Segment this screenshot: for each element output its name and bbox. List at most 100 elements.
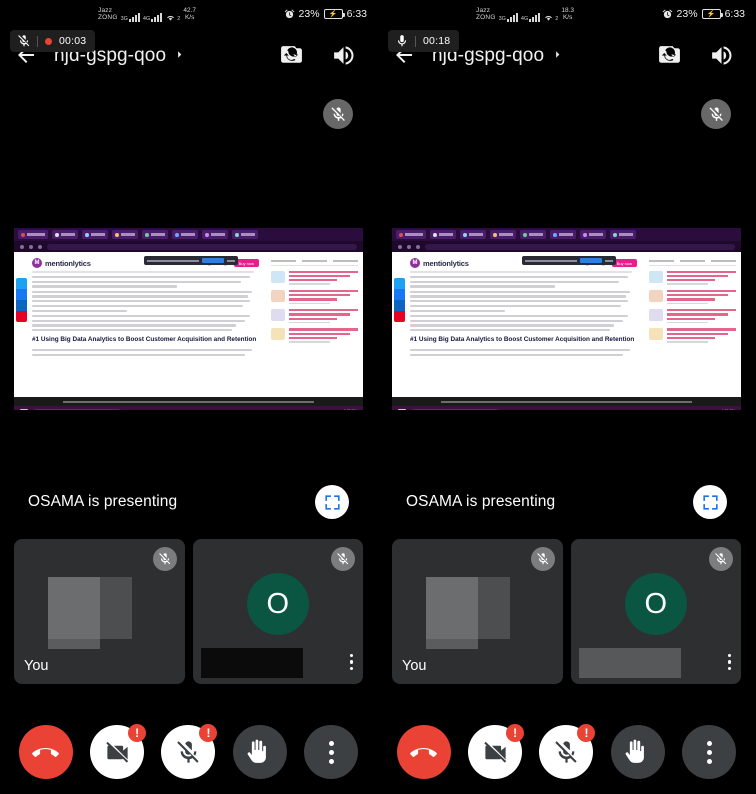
- browser-tab[interactable]: [202, 230, 228, 239]
- browser-tab[interactable]: [490, 230, 516, 239]
- taskbar-app-icon[interactable]: [189, 409, 196, 410]
- sidebar-tab[interactable]: [302, 260, 327, 263]
- notification-action-button[interactable]: [202, 258, 224, 263]
- taskbar-app-icon[interactable]: [178, 409, 185, 410]
- more-options-button[interactable]: [304, 725, 359, 779]
- browser-tab[interactable]: [82, 230, 108, 239]
- taskbar-app-icon[interactable]: [589, 409, 596, 410]
- browser-tab[interactable]: [396, 230, 426, 239]
- more-options-button[interactable]: [682, 725, 737, 779]
- start-button-icon[interactable]: [398, 409, 406, 410]
- url-input[interactable]: [47, 243, 357, 250]
- screenshot-comparison-stage: Jazz ZONG 3G 4G 2 42.7 K/s 23% ⚡ 6:33 hjd-gspg-qoo…: [0, 0, 756, 794]
- social-share-rail[interactable]: [16, 278, 27, 322]
- sidebar-article-item[interactable]: [649, 309, 736, 324]
- raise-hand-button[interactable]: [610, 725, 665, 779]
- browser-tab[interactable]: [18, 230, 48, 239]
- presentation-stage[interactable]: MmentionlyticsionsPricingBlogBuy now#1 U…: [392, 89, 741, 531]
- social-icon[interactable]: [16, 311, 27, 322]
- browser-address-bar[interactable]: [392, 241, 741, 252]
- mic-toggle-button[interactable]: !: [539, 724, 596, 779]
- browser-notification-bar: [144, 256, 238, 265]
- switch-camera-icon[interactable]: [279, 43, 305, 69]
- article-column: MmentionlyticsionsPricingBlogBuy now#1 U…: [14, 252, 267, 397]
- taskbar-search-input[interactable]: [410, 409, 500, 410]
- taskbar-app-icon[interactable]: [578, 409, 585, 410]
- camera-toggle-button[interactable]: !: [468, 724, 525, 779]
- presentation-stage[interactable]: MmentionlyticsionsPricingBlogBuy now#1 U…: [14, 89, 363, 531]
- taskbar-clock: 6:33 PM8/4/2021: [343, 409, 357, 410]
- browser-tab[interactable]: [580, 230, 606, 239]
- fullscreen-button[interactable]: [315, 485, 349, 519]
- tile-more-options-button[interactable]: [349, 653, 353, 670]
- sidebar-tab[interactable]: [271, 260, 296, 263]
- taskbar-app-icon[interactable]: [156, 409, 163, 410]
- social-icon[interactable]: [394, 289, 405, 300]
- blog-sidebar-tabs[interactable]: [649, 260, 736, 267]
- taskbar-app-icon[interactable]: [600, 409, 607, 410]
- start-button-icon[interactable]: [20, 409, 28, 410]
- taskbar-app-icon[interactable]: [222, 409, 229, 410]
- switch-camera-icon[interactable]: [657, 43, 683, 69]
- social-icon[interactable]: [394, 278, 405, 289]
- taskbar-app-icon[interactable]: [134, 409, 141, 410]
- sidebar-tab[interactable]: [649, 260, 674, 263]
- taskbar-app-icon[interactable]: [545, 409, 552, 410]
- taskbar-app-icon[interactable]: [523, 409, 530, 410]
- browser-tab[interactable]: [112, 230, 138, 239]
- speaker-icon[interactable]: [709, 43, 735, 69]
- sidebar-article-item[interactable]: [649, 290, 736, 305]
- browser-tab[interactable]: [610, 230, 636, 239]
- notification-action-button[interactable]: [580, 258, 602, 263]
- blog-sidebar-tabs[interactable]: [271, 260, 358, 267]
- social-icon[interactable]: [16, 278, 27, 289]
- taskbar-app-icon[interactable]: [145, 409, 152, 410]
- browser-tab[interactable]: [550, 230, 576, 239]
- browser-tab[interactable]: [52, 230, 78, 239]
- browser-tab[interactable]: [430, 230, 456, 239]
- taskbar-app-icon[interactable]: [556, 409, 563, 410]
- sidebar-article-item[interactable]: [649, 328, 736, 343]
- social-icon[interactable]: [394, 311, 405, 322]
- speaker-icon[interactable]: [331, 43, 357, 69]
- browser-address-bar[interactable]: [14, 241, 363, 252]
- taskbar-app-icon[interactable]: [167, 409, 174, 410]
- taskbar-app-icon[interactable]: [534, 409, 541, 410]
- social-icon[interactable]: [394, 300, 405, 311]
- cookie-consent-bar: [392, 397, 741, 406]
- browser-tab[interactable]: [232, 230, 258, 239]
- sidebar-article-item[interactable]: [271, 290, 358, 305]
- mic-toggle-button[interactable]: !: [161, 724, 218, 779]
- tile-more-options-button[interactable]: [727, 653, 731, 670]
- url-input[interactable]: [425, 243, 735, 250]
- fullscreen-button[interactable]: [693, 485, 727, 519]
- end-call-button[interactable]: [396, 725, 451, 779]
- raise-hand-button[interactable]: [232, 725, 287, 779]
- social-share-rail[interactable]: [394, 278, 405, 322]
- social-icon[interactable]: [16, 289, 27, 300]
- browser-tab[interactable]: [460, 230, 486, 239]
- sidebar-tab[interactable]: [711, 260, 736, 263]
- participant-tile[interactable]: You: [392, 539, 563, 684]
- taskbar-app-icon[interactable]: [211, 409, 218, 410]
- end-call-button[interactable]: [18, 725, 73, 779]
- camera-toggle-button[interactable]: !: [90, 724, 147, 779]
- social-icon[interactable]: [16, 300, 27, 311]
- taskbar-search-input[interactable]: [32, 409, 122, 410]
- taskbar-app-icon[interactable]: [567, 409, 574, 410]
- taskbar-app-icon[interactable]: [200, 409, 207, 410]
- browser-tab[interactable]: [172, 230, 198, 239]
- sidebar-tab[interactable]: [680, 260, 705, 263]
- sidebar-article-item[interactable]: [271, 328, 358, 343]
- participant-tile[interactable]: O: [192, 539, 363, 684]
- taskbar-app-icon[interactable]: [512, 409, 519, 410]
- participant-tile[interactable]: O: [570, 539, 741, 684]
- browser-tab[interactable]: [142, 230, 168, 239]
- sidebar-article-item[interactable]: [649, 271, 736, 286]
- sidebar-article-item[interactable]: [271, 271, 358, 286]
- sidebar-article-item[interactable]: [271, 309, 358, 324]
- browser-tab[interactable]: [520, 230, 546, 239]
- sidebar-tab[interactable]: [333, 260, 358, 263]
- logo-mark-icon: M: [410, 258, 420, 268]
- participant-tile[interactable]: You: [14, 539, 185, 684]
